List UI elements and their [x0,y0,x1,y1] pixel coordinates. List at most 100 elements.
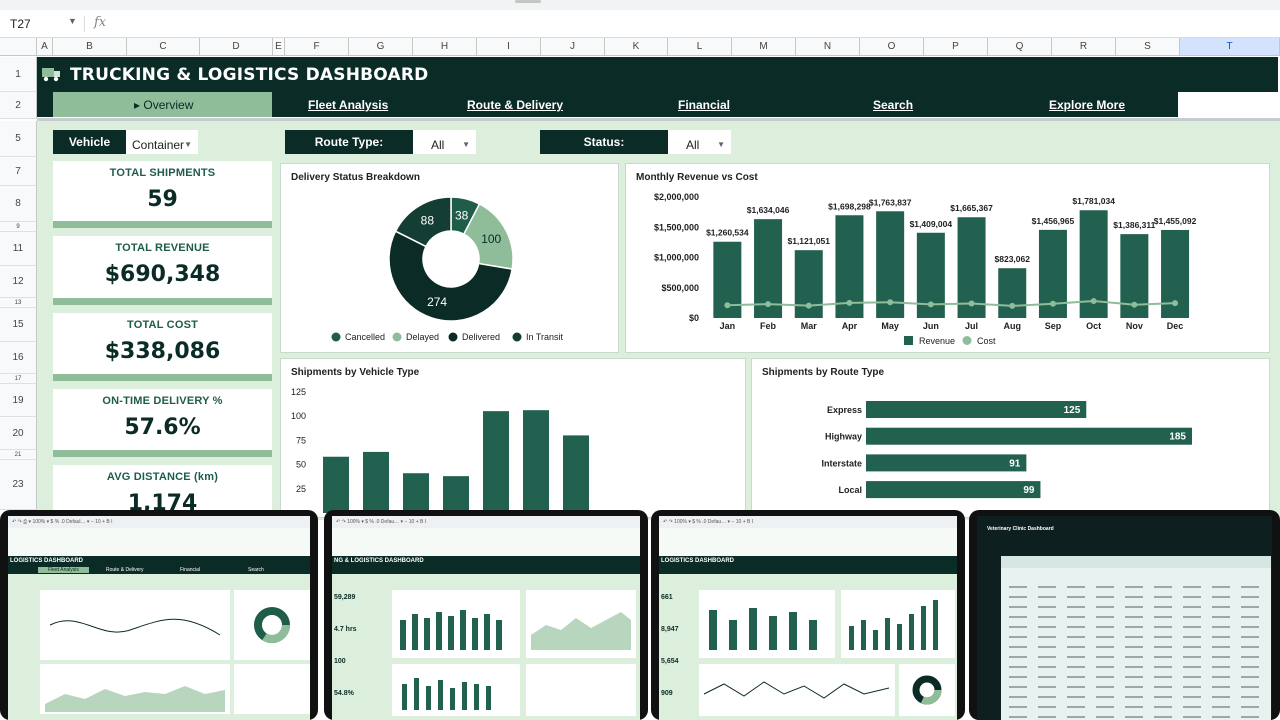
table-cell [1241,636,1259,638]
tablet-tab: Search [248,567,264,573]
drag-handle[interactable] [515,0,541,3]
cost-point [1009,302,1016,309]
table-cell [1125,596,1143,598]
column-header[interactable]: G [349,38,413,56]
data-label: $1,781,034 [1072,196,1115,206]
column-header[interactable]: H [413,38,477,56]
column-header[interactable]: M [732,38,796,56]
table-cell [1212,696,1230,698]
row-header[interactable]: 5 [0,121,37,157]
row-header[interactable]: 17 [0,374,37,384]
column-header[interactable]: F [285,38,349,56]
column-header[interactable]: T [1180,38,1280,56]
route-bar [866,427,1192,445]
row-header[interactable]: 2 [0,92,37,119]
row-header[interactable]: 13 [0,298,37,308]
row-header[interactable]: 20 [0,417,37,450]
y-tick-label: $2,000,000 [654,192,699,202]
vehicle-type-chart: Shipments by Vehicle Type 25 50 75 100 125 [280,358,746,518]
table-cell [1241,596,1259,598]
row-header[interactable]: 15 [0,308,37,342]
table-cell [1067,586,1085,588]
table-cell [1067,646,1085,648]
table-cell [1212,646,1230,648]
x-tick-label: Apr [842,321,858,331]
tablet-screen: Veterinary Clinic Dashboard [977,516,1272,720]
row-header[interactable]: 7 [0,157,37,186]
table-cell [1096,716,1114,718]
data-label: 185 [1169,432,1186,443]
x-tick-label: Jan [720,321,736,331]
column-header[interactable]: C [127,38,200,56]
table-cell [1154,696,1172,698]
tablet-table [1001,556,1271,720]
column-header[interactable]: R [1052,38,1116,56]
slice-label: 274 [427,295,447,309]
row-header[interactable]: 9 [0,222,37,232]
row-header[interactable]: 21 [0,450,37,460]
column-header[interactable]: J [541,38,605,56]
tablet-line-chart [699,664,895,716]
row-header[interactable]: 11 [0,232,37,266]
tablet-card [234,664,310,714]
tablet-body: 59,289 4.7 hrs 100 54.8% [332,574,640,720]
vehicle-type-select[interactable]: Container ▼ [126,130,198,154]
column-header[interactable]: S [1116,38,1180,56]
table-cell [1241,586,1259,588]
monthly-revenue-chart: Monthly Revenue vs Cost $0 $500,000 $1,000… [625,163,1270,353]
table-cell [1183,696,1201,698]
table-cell [1183,706,1201,708]
tablet-preview-4: Veterinary Clinic Dashboard [969,510,1280,720]
status-select[interactable]: All ▼ [668,130,731,154]
formula-bar: T27 ▼ fx [0,12,1280,38]
column-header[interactable]: I [477,38,541,56]
table-cell [1154,616,1172,618]
table-cell [1009,586,1027,588]
row-header[interactable]: 23 [0,460,37,510]
row-header[interactable]: 12 [0,266,37,298]
column-header[interactable]: D [200,38,273,56]
tablet-nav [332,566,640,574]
chevron-down-icon[interactable]: ▼ [68,16,77,26]
tab-fleet-analysis[interactable]: Fleet Analysis [308,98,388,112]
y-tick-label: 100 [291,411,306,421]
row-header[interactable]: 16 [0,342,37,374]
tab-search[interactable]: Search [873,98,913,112]
column-header[interactable]: B [53,38,127,56]
select-all-corner[interactable] [0,38,37,56]
tab-overview[interactable]: ▸ Overview [134,98,193,112]
column-header[interactable]: P [924,38,988,56]
legend-label: Cost [977,336,996,346]
cost-point [968,300,975,307]
column-header[interactable]: L [668,38,732,56]
row-header[interactable]: 19 [0,384,37,417]
table-cell [1154,646,1172,648]
column-header[interactable]: Q [988,38,1052,56]
table-header [1001,556,1271,568]
table-cell [1009,636,1027,638]
kpi-label: AVG DISTANCE (km) [106,471,219,483]
column-header[interactable]: N [796,38,860,56]
kpi-label: TOTAL REVENUE [115,242,210,254]
table-cell [1241,606,1259,608]
column-header[interactable]: O [860,38,924,56]
tab-financial[interactable]: Financial [678,98,730,112]
column-header[interactable]: A [37,38,53,56]
table-cell [1096,596,1114,598]
route-type-label: Route Type: [285,130,413,154]
tab-route-delivery[interactable]: Route & Delivery [467,98,563,112]
route-type-select[interactable]: All ▼ [413,130,476,154]
table-cell [1183,686,1201,688]
name-box[interactable]: T27 [10,17,31,31]
tablet-area-svg [45,686,225,712]
data-label: $1,260,534 [706,228,749,238]
y-tick-label: 25 [296,484,306,494]
x-tick-label: Jul [965,321,978,331]
row-header[interactable]: 1 [0,57,37,92]
tab-explore-more[interactable]: Explore More [1049,98,1125,112]
column-header[interactable]: K [605,38,668,56]
column-header[interactable]: E [273,38,285,56]
table-cell [1125,676,1143,678]
row-header[interactable]: 8 [0,186,37,222]
kpi-value: 59 [147,187,178,212]
